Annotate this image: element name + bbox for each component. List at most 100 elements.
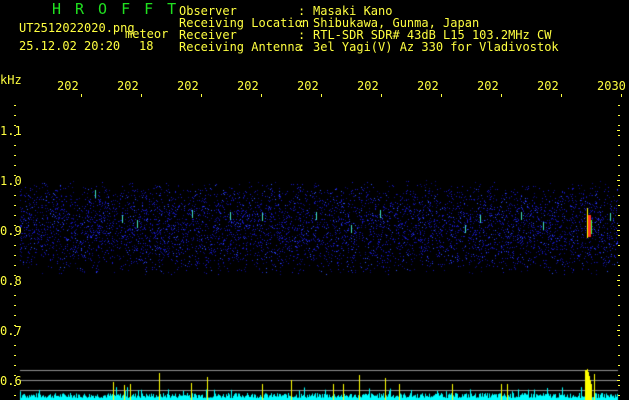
y-tick-label: 1.0 [0, 174, 22, 188]
y-minor-tick [618, 115, 620, 116]
y-minor-tick [618, 145, 620, 146]
y-minor-tick [14, 335, 16, 336]
filename: UT2512022020.png [19, 21, 135, 35]
y-tick [617, 280, 620, 281]
x-tick [561, 94, 562, 97]
y-tick [617, 380, 620, 381]
y-minor-tick [618, 345, 620, 346]
y-minor-tick [618, 305, 620, 306]
y-minor-tick [618, 395, 620, 396]
x-tick [261, 94, 262, 97]
y-minor-tick [618, 235, 620, 236]
y-minor-tick [618, 325, 620, 326]
y-tick-label: 1.1 [0, 124, 22, 138]
x-tick [321, 94, 322, 97]
y-minor-tick [618, 135, 620, 136]
x-tick-label: 2021 [57, 79, 79, 93]
y-tick [617, 230, 620, 231]
x-tick-label: 2022 [117, 79, 139, 93]
y-minor-tick [14, 265, 16, 266]
x-tick-label: 2028 [477, 79, 499, 93]
x-tick [381, 94, 382, 97]
y-minor-tick [618, 315, 620, 316]
y-minor-tick [618, 255, 620, 256]
y-tick [617, 180, 620, 181]
y-minor-tick [618, 155, 620, 156]
y-minor-tick [14, 325, 16, 326]
y-minor-tick [14, 395, 16, 396]
y-tick-label: 0.9 [0, 224, 22, 238]
y-minor-tick [14, 365, 16, 366]
y-minor-tick [618, 335, 620, 336]
y-minor-tick [14, 385, 16, 386]
x-tick-label: 2027 [417, 79, 439, 93]
y-minor-tick [618, 125, 620, 126]
spectrogram [0, 0, 629, 400]
y-minor-tick [14, 115, 16, 116]
x-tick-label: 2023 [177, 79, 199, 93]
y-minor-tick [618, 195, 620, 196]
y-minor-tick [618, 105, 620, 106]
y-minor-tick [618, 165, 620, 166]
x-tick-label: 2030 [597, 79, 626, 93]
y-minor-tick [618, 275, 620, 276]
y-minor-tick [14, 255, 16, 256]
y-minor-tick [618, 225, 620, 226]
x-tick-label: 2025 [297, 79, 319, 93]
y-minor-tick [618, 355, 620, 356]
y-minor-tick [14, 205, 16, 206]
y-tick [617, 130, 620, 131]
y-minor-tick [14, 145, 16, 146]
y-minor-tick [14, 235, 16, 236]
y-minor-tick [14, 315, 16, 316]
y-minor-tick [14, 155, 16, 156]
y-minor-tick [14, 275, 16, 276]
y-minor-tick [618, 295, 620, 296]
y-minor-tick [14, 375, 16, 376]
y-minor-tick [618, 175, 620, 176]
y-tick-label: 0.8 [0, 274, 22, 288]
y-minor-tick [618, 385, 620, 386]
y-tick [617, 330, 620, 331]
y-minor-tick [618, 205, 620, 206]
info-value: 3el Yagi(V) Az 330 for Vladivostok [313, 40, 559, 54]
x-tick [141, 94, 142, 97]
y-minor-tick [14, 245, 16, 246]
y-minor-tick [14, 105, 16, 106]
x-tick [501, 94, 502, 97]
y-minor-tick [14, 165, 16, 166]
y-minor-tick [618, 375, 620, 376]
y-minor-tick [14, 225, 16, 226]
x-tick-label: 2026 [357, 79, 379, 93]
y-minor-tick [14, 345, 16, 346]
x-tick [621, 94, 622, 97]
app-logo: HROFFT [52, 0, 191, 18]
y-minor-tick [618, 215, 620, 216]
y-minor-tick [618, 285, 620, 286]
info-label: Receiving Antenna [179, 40, 302, 54]
y-tick-label: 0.6 [0, 374, 22, 388]
y-minor-tick [14, 185, 16, 186]
x-tick [81, 94, 82, 97]
y-unit: kHz [0, 73, 22, 87]
info-colon: : [298, 40, 306, 54]
value: 18 [139, 39, 154, 53]
y-minor-tick [618, 365, 620, 366]
x-tick [201, 94, 202, 97]
y-minor-tick [618, 245, 620, 246]
y-minor-tick [618, 185, 620, 186]
y-tick-label: 0.7 [0, 324, 22, 338]
x-tick [441, 94, 442, 97]
x-tick-label: 2024 [237, 79, 259, 93]
y-minor-tick [14, 215, 16, 216]
y-minor-tick [14, 125, 16, 126]
y-minor-tick [14, 305, 16, 306]
datetime: 25.12.02 20:20 [19, 39, 121, 53]
y-minor-tick [14, 135, 16, 136]
y-minor-tick [14, 285, 16, 286]
y-minor-tick [618, 265, 620, 266]
y-minor-tick [14, 175, 16, 176]
y-minor-tick [14, 295, 16, 296]
y-minor-tick [14, 355, 16, 356]
x-tick-label: 2029 [537, 79, 559, 93]
